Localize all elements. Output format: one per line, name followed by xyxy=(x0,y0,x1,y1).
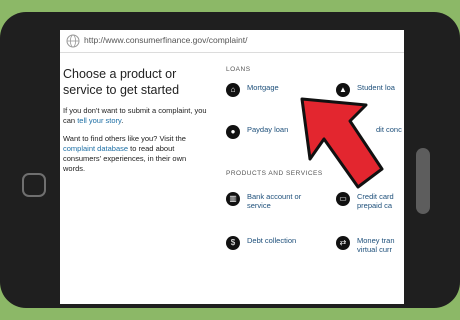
loans-section-label: LOANS xyxy=(226,66,251,73)
intro-paragraph-story: If you don't want to submit a complaint,… xyxy=(63,106,213,126)
database-text-after: to read about xyxy=(128,144,175,153)
house-icon: ⌂ xyxy=(226,83,240,97)
debt-collection-option[interactable]: $ Debt collection xyxy=(226,236,296,250)
tell-your-story-link[interactable]: tell your story xyxy=(77,116,121,125)
home-button[interactable] xyxy=(22,173,46,197)
url-text: http://www.consumerfinance.gov/complaint… xyxy=(84,35,248,45)
page-title-line2: service to get started xyxy=(63,83,180,97)
database-text-line4: words. xyxy=(63,164,86,173)
story-period: . xyxy=(121,116,124,125)
intro-panel: Choose a product or service to get start… xyxy=(63,66,213,174)
money-icon: $ xyxy=(226,236,240,250)
bank-account-label-line2: service xyxy=(247,201,271,210)
side-button[interactable] xyxy=(416,148,430,214)
address-bar[interactable]: http://www.consumerfinance.gov/complaint… xyxy=(60,30,404,53)
page-title-line1: Choose a product or xyxy=(63,67,177,81)
coins-icon: ● xyxy=(226,125,240,139)
pointer-arrow-icon xyxy=(300,97,384,189)
complaint-database-link[interactable]: complaint database xyxy=(63,144,128,153)
story-text-can: can xyxy=(63,116,78,125)
transfer-icon: ⇄ xyxy=(336,236,350,250)
database-text-line1: Want to find others like you? Visit the xyxy=(63,134,186,143)
bank-icon: ▥ xyxy=(226,192,240,206)
money-transfer-label: Money tran virtual curr xyxy=(357,236,395,254)
debt-collection-label: Debt collection xyxy=(247,236,297,245)
credit-card-label-line2: prepaid ca xyxy=(357,201,393,210)
page-title: Choose a product or service to get start… xyxy=(63,66,213,98)
story-text: If you don't want to submit a complaint,… xyxy=(63,106,207,115)
mortgage-label: Mortgage xyxy=(247,83,279,92)
money-transfer-label-line2: virtual curr xyxy=(357,245,393,254)
globe-icon xyxy=(66,34,80,48)
student-loan-label: Student loa xyxy=(357,83,395,92)
money-transfer-option[interactable]: ⇄ Money tran virtual curr xyxy=(336,236,395,254)
intro-paragraph-database: Want to find others like you? Visit the … xyxy=(63,134,213,174)
money-transfer-label-line1: Money tran xyxy=(357,236,395,245)
database-text-line3: consumers' experiences, in their own xyxy=(63,154,187,163)
